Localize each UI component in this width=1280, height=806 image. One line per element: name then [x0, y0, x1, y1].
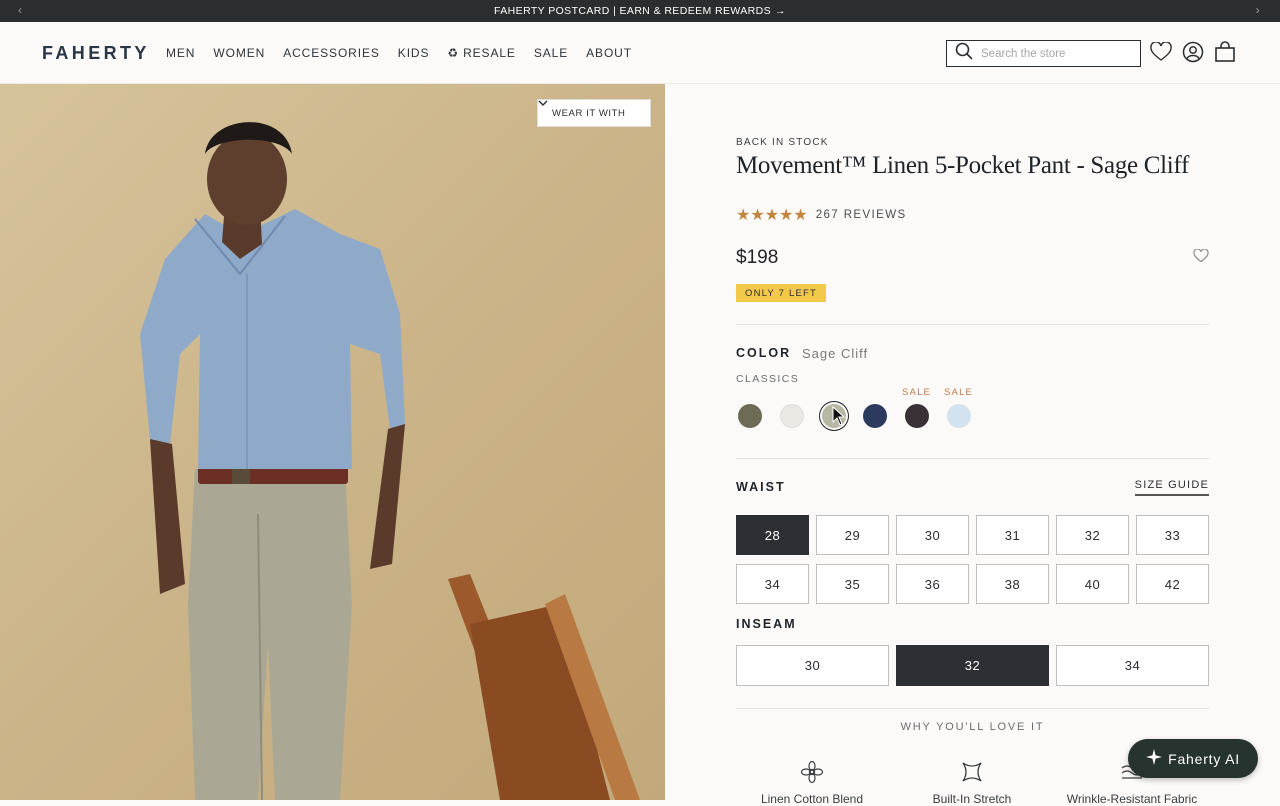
waist-option-31[interactable]: 31 [976, 515, 1049, 555]
stretch-icon [960, 760, 984, 787]
waist-option-38[interactable]: 38 [976, 564, 1049, 604]
inseam-option-34[interactable]: 34 [1056, 645, 1209, 686]
sale-tag: SALE [902, 387, 932, 398]
divider [736, 708, 1209, 709]
reviews-link[interactable]: 267 REVIEWS [816, 209, 907, 221]
color-group-label: CLASSICS [736, 373, 800, 385]
color-label: COLOR [736, 346, 792, 360]
inseam-options: 30 32 34 [736, 645, 1209, 686]
wear-it-with-button[interactable]: WEAR IT WITH [537, 99, 651, 127]
color-swatch[interactable] [780, 404, 804, 428]
search-icon[interactable] [955, 42, 973, 65]
waist-option-36[interactable]: 36 [896, 564, 969, 604]
chevron-left-icon[interactable]: ‹ [18, 3, 22, 17]
arrow-right-icon: → [775, 5, 786, 17]
flower-icon [800, 760, 824, 787]
faherty-ai-button[interactable]: Faherty AI [1128, 739, 1258, 778]
inseam-option-32[interactable]: 32 [896, 645, 1049, 686]
wishlist-heart-icon[interactable] [1149, 40, 1173, 64]
shopping-bag-icon[interactable] [1213, 40, 1237, 64]
chevron-right-icon[interactable]: › [1256, 3, 1260, 17]
mouse-cursor-icon [832, 405, 846, 431]
feature-stretch: Built-In Stretch [892, 760, 1052, 806]
waist-option-29[interactable]: 29 [816, 515, 889, 555]
nav-accessories[interactable]: ACCESSORIES [283, 46, 380, 60]
sale-tag: SALE [944, 387, 974, 398]
waist-label: WAIST [736, 480, 786, 494]
sparkle-icon [1146, 749, 1163, 768]
nav-men[interactable]: MEN [166, 46, 195, 60]
waist-option-34[interactable]: 34 [736, 564, 809, 604]
announcement-link[interactable]: FAHERTY POSTCARD | EARN & REDEEM REWARDS… [494, 5, 786, 17]
waist-option-35[interactable]: 35 [816, 564, 889, 604]
waist-option-42[interactable]: 42 [1136, 564, 1209, 604]
color-swatch[interactable] [738, 404, 762, 428]
feature-label: Built-In Stretch [932, 792, 1012, 806]
nav-sale[interactable]: SALE [534, 46, 568, 60]
divider [736, 458, 1209, 459]
product-image[interactable]: WEAR IT WITH [0, 84, 665, 800]
waist-option-33[interactable]: 33 [1136, 515, 1209, 555]
recycle-icon: ♻ [447, 46, 460, 60]
stock-status: BACK IN STOCK [736, 137, 829, 148]
nav-resale[interactable]: ♻ RESALE [447, 46, 515, 60]
divider [736, 324, 1209, 325]
nav-kids[interactable]: KIDS [398, 46, 430, 60]
search-box[interactable] [946, 40, 1141, 67]
waist-option-40[interactable]: 40 [1056, 564, 1129, 604]
feature-label: Linen Cotton Blend [760, 792, 864, 806]
waist-option-28[interactable]: 28 [736, 515, 809, 555]
inseam-option-30[interactable]: 30 [736, 645, 889, 686]
feature-label: Wrinkle-Resistant Fabric [1066, 792, 1198, 806]
main-nav: MEN WOMEN ACCESSORIES KIDS ♻ RESALE SALE… [166, 46, 632, 60]
size-guide-link[interactable]: SIZE GUIDE [1134, 479, 1209, 496]
model-photo [140, 122, 640, 800]
stock-badge: ONLY 7 LEFT [736, 284, 826, 302]
faherty-ai-label: Faherty AI [1168, 750, 1240, 767]
wear-it-with-label: WEAR IT WITH [552, 107, 626, 119]
feature-linen-cotton: Linen Cotton Blend [732, 760, 892, 806]
waist-option-30[interactable]: 30 [896, 515, 969, 555]
account-user-icon[interactable] [1181, 40, 1205, 64]
why-youll-love-it-heading: WHY YOU'LL LOVE IT [900, 721, 1045, 733]
color-swatch[interactable] [863, 404, 887, 428]
price: $198 [736, 247, 779, 268]
add-to-wishlist-heart-icon[interactable] [1193, 248, 1209, 268]
waist-option-32[interactable]: 32 [1056, 515, 1129, 555]
nav-resale-label: RESALE [463, 46, 516, 60]
color-swatch[interactable] [947, 404, 971, 428]
nav-women[interactable]: WOMEN [213, 46, 265, 60]
inseam-label: INSEAM [736, 617, 797, 631]
nav-about[interactable]: ABOUT [586, 46, 632, 60]
search-input[interactable] [981, 47, 1131, 60]
waist-options: 28 29 30 31 32 33 34 35 36 38 40 42 [736, 515, 1209, 604]
color-swatch[interactable] [905, 404, 929, 428]
site-header: FAHERTY MEN WOMEN ACCESSORIES KIDS ♻ RES… [0, 22, 1280, 84]
announcement-bar: ‹ FAHERTY POSTCARD | EARN & REDEEM REWAR… [0, 0, 1280, 22]
rating[interactable]: ★★★★★ 267 REVIEWS [736, 205, 907, 225]
color-value: Sage Cliff [802, 346, 869, 361]
product-title: Movement™ Linen 5-Pocket Pant - Sage Cli… [736, 152, 1190, 179]
logo[interactable]: FAHERTY [42, 43, 150, 64]
star-rating-icon: ★★★★★ [736, 207, 808, 224]
announcement-text: FAHERTY POSTCARD | EARN & REDEEM REWARDS [494, 5, 772, 17]
